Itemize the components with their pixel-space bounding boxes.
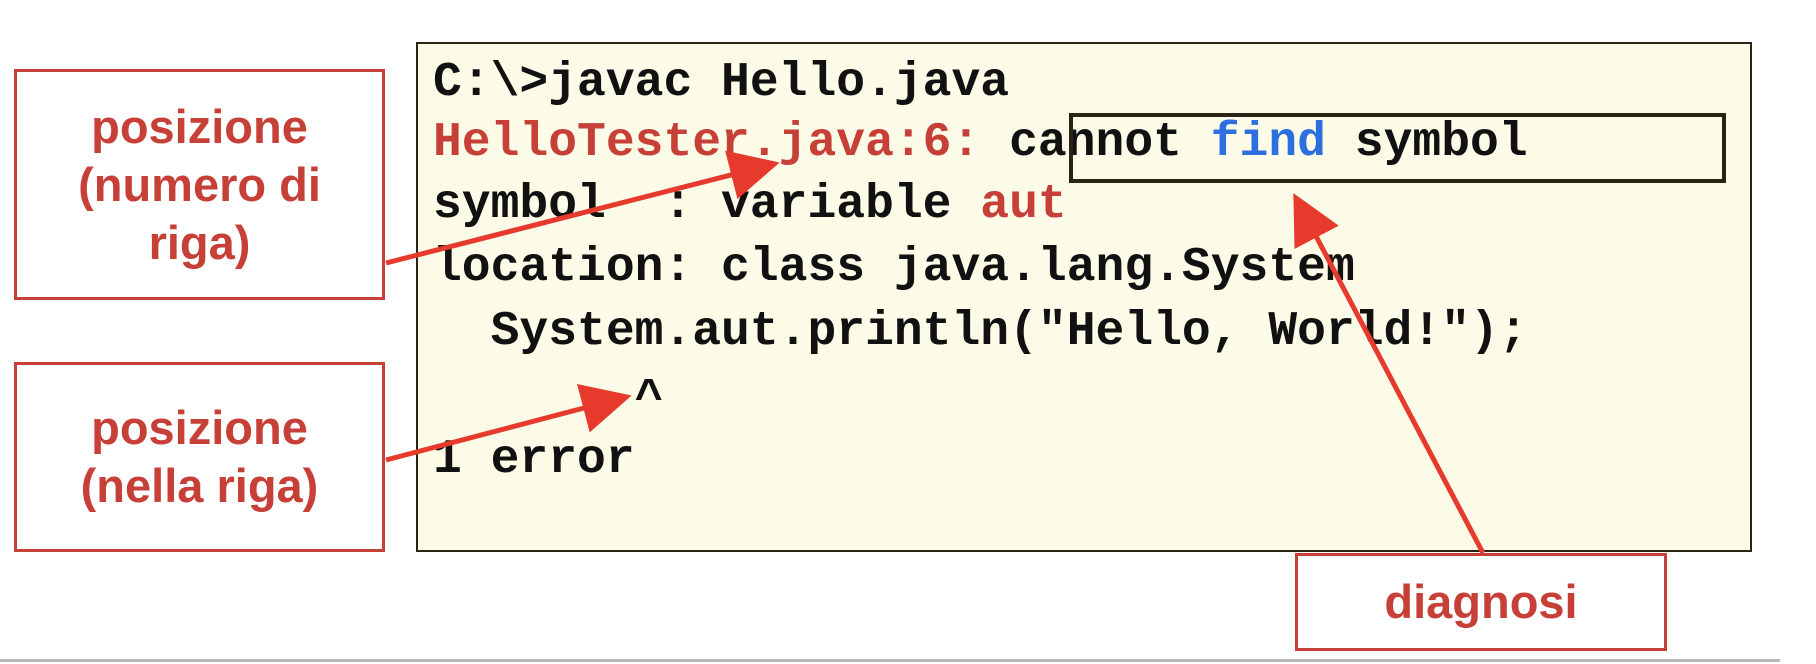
arrow-diagnosis [1293, 193, 1486, 555]
arrow-in-line [385, 383, 632, 463]
arrows-layer [385, 150, 1486, 555]
bottom-divider [0, 659, 1780, 662]
arrow-line-number [385, 150, 780, 266]
